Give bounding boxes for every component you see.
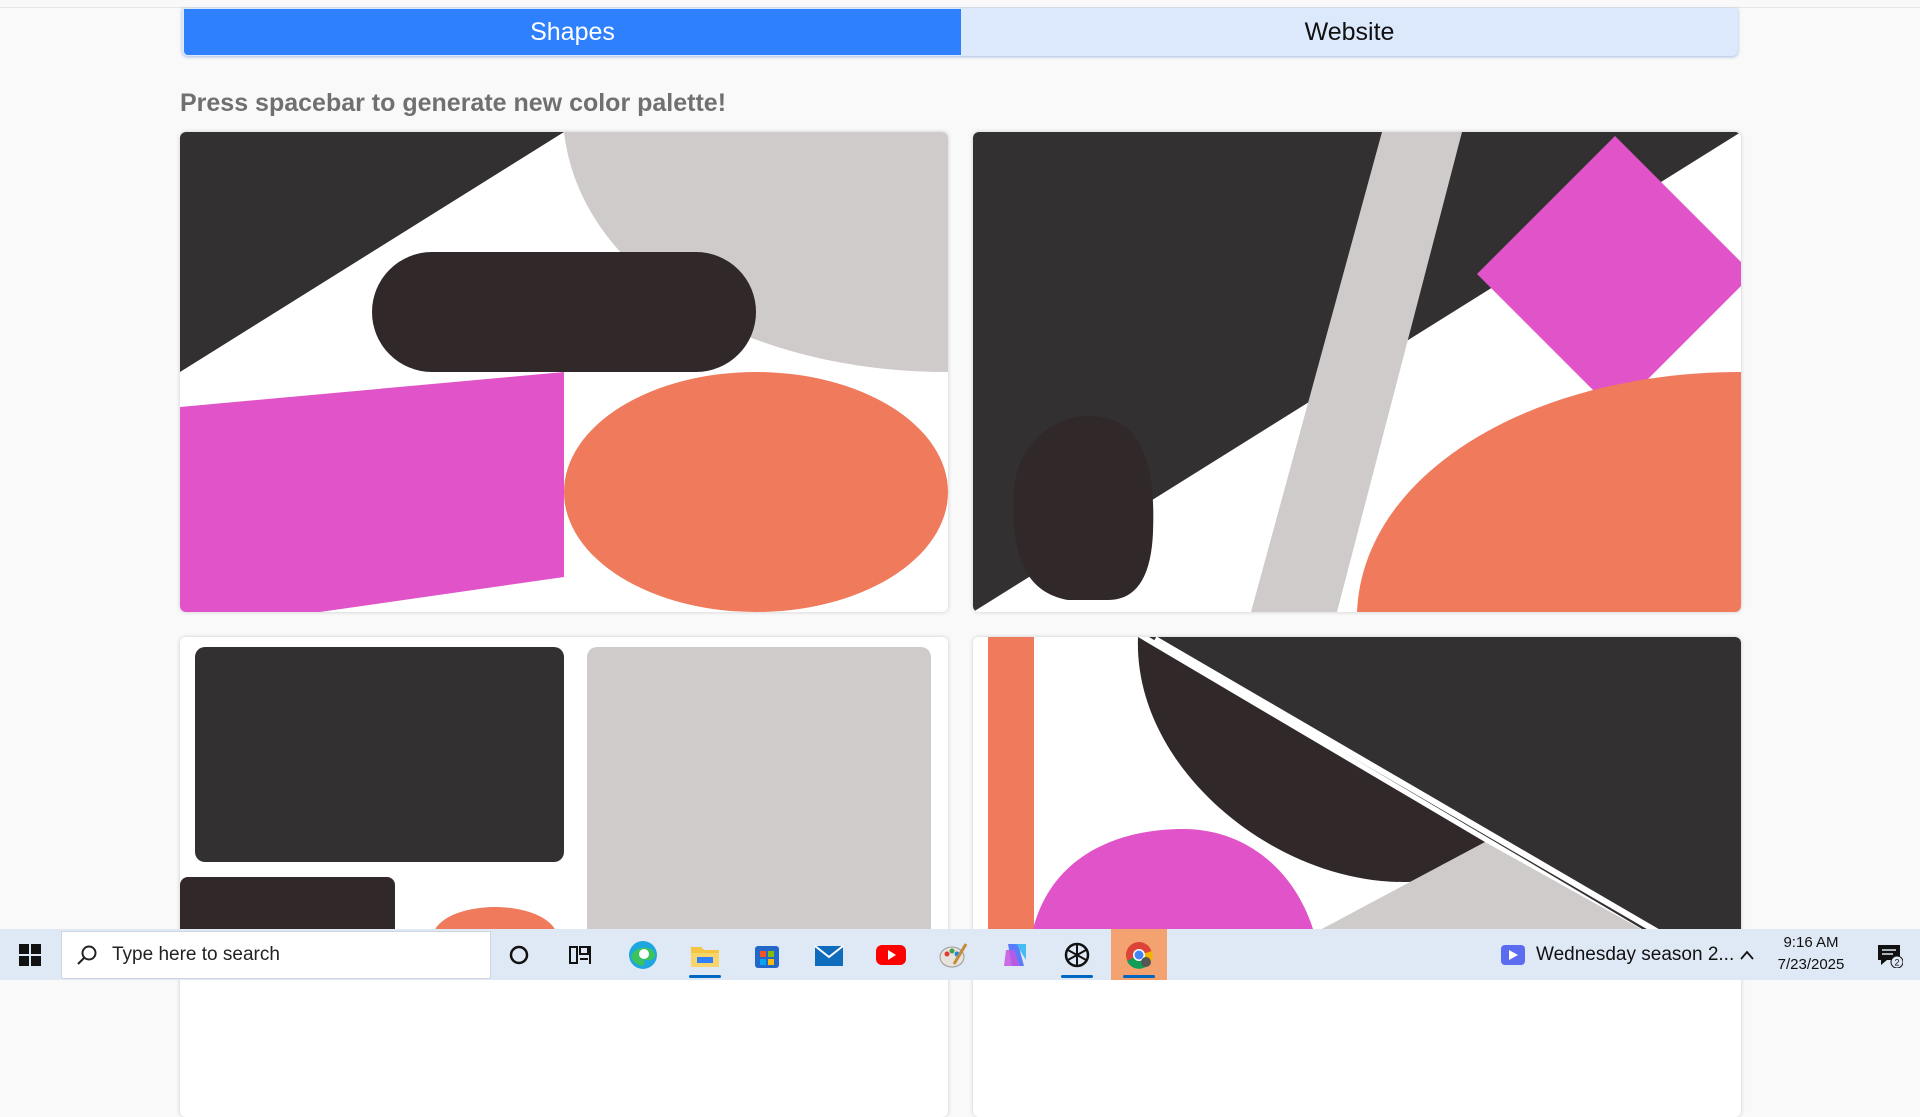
clock-time: 9:16 AM (1783, 934, 1839, 951)
notification-count: 2 (1894, 957, 1899, 967)
tab-website[interactable]: Website (961, 8, 1738, 56)
windows-taskbar: Type here to search Wednesday season 2..… (0, 929, 1920, 980)
windows-logo-icon (19, 943, 41, 966)
edge-icon (629, 940, 657, 969)
notification-icon: 2 (1878, 944, 1903, 968)
magenta-polygon (180, 372, 564, 612)
youtube-button[interactable] (863, 929, 919, 980)
shape-composition-4 (973, 637, 1741, 929)
instruction-text: Press spacebar to generate new color pal… (180, 89, 727, 117)
edge-button[interactable] (615, 929, 671, 980)
youtube-icon (876, 944, 906, 965)
mode-tabs: Shapes Website (182, 8, 1738, 56)
news-text: Wednesday season 2... (1536, 943, 1735, 965)
shape-card-3 (180, 637, 948, 1117)
shape-card-4 (973, 637, 1741, 1117)
file-explorer-button[interactable] (677, 929, 733, 980)
store-button[interactable] (739, 929, 795, 980)
shape-composition-3 (180, 637, 948, 929)
cortana-icon (509, 945, 529, 964)
notification-center-button[interactable]: 2 (1862, 929, 1916, 980)
task-view-icon (569, 945, 591, 964)
task-view-button[interactable] (552, 929, 608, 980)
file-explorer-icon (691, 946, 719, 967)
system-clock[interactable]: 9:16 AM 7/23/2025 (1766, 932, 1856, 976)
gray-rounded-rect (587, 647, 931, 929)
dark-small-rect (180, 877, 395, 929)
shape-card-1 (180, 132, 948, 612)
copilot-icon (1004, 943, 1026, 966)
taskbar-search-box[interactable]: Type here to search (61, 931, 491, 979)
chevron-up-icon (1740, 950, 1754, 960)
mail-button[interactable] (801, 929, 857, 980)
shape-composition-1 (180, 132, 948, 612)
chrome-button[interactable] (1111, 929, 1167, 980)
show-hidden-icons-button[interactable] (1727, 929, 1767, 980)
shape-card-2 (973, 132, 1741, 612)
start-button[interactable] (2, 929, 58, 980)
dark-blob (1013, 415, 1154, 600)
salmon-vertical-bar (988, 637, 1034, 929)
paint-icon (939, 942, 968, 967)
salmon-ellipse (564, 372, 948, 612)
chatgpt-icon (1064, 942, 1090, 967)
dark-pill (372, 252, 756, 372)
tab-shapes[interactable]: Shapes (184, 9, 961, 55)
shape-composition-2 (973, 132, 1741, 612)
chatgpt-button[interactable] (1049, 929, 1105, 980)
news-widget[interactable]: Wednesday season 2... (1500, 929, 1734, 980)
clock-date: 7/23/2025 (1777, 956, 1845, 973)
dark-rounded-rect (195, 647, 564, 862)
store-icon (755, 945, 779, 968)
paint-button[interactable] (925, 929, 981, 980)
mail-icon (814, 944, 844, 966)
search-placeholder: Type here to search (112, 944, 280, 965)
chrome-icon (1126, 941, 1153, 969)
cortana-button[interactable] (491, 929, 547, 980)
video-play-icon (1501, 944, 1525, 965)
search-icon (77, 945, 97, 965)
copilot-button[interactable] (987, 929, 1043, 980)
